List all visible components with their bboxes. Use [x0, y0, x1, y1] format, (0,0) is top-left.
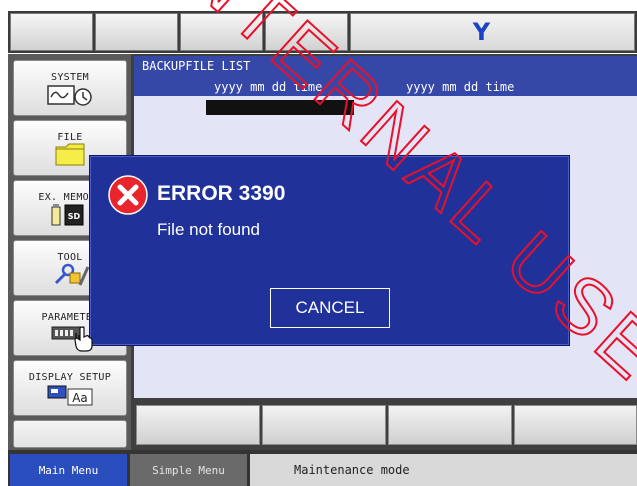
function-key-2[interactable] [262, 405, 386, 445]
svg-text:Aa: Aa [72, 391, 88, 405]
svg-text:SD: SD [68, 212, 81, 221]
simple-menu-button[interactable]: Simple Menu [130, 454, 247, 486]
error-title: ERROR 3390 [157, 182, 286, 205]
column-header-date-2: yyyy mm dd time [406, 80, 515, 94]
function-key-3[interactable] [388, 405, 512, 445]
main-menu-button[interactable]: Main Menu [10, 454, 127, 486]
error-dialog: ERROR 3390 File not found CANCEL [89, 155, 570, 346]
menu-display-setup-label: DISPLAY SETUP [28, 372, 112, 383]
function-key-1[interactable] [136, 405, 260, 445]
cancel-button[interactable]: CANCEL [270, 288, 390, 328]
top-tab-1[interactable] [10, 13, 93, 51]
column-header-date-1: yyyy mm dd time [214, 80, 323, 94]
list-title: BACKUPFILE LIST [142, 59, 251, 73]
menu-system-button[interactable]: SYSTEM [13, 60, 127, 116]
menu-empty-button[interactable] [13, 420, 127, 448]
sd-card-icon: SD [51, 204, 84, 226]
top-title-tab: Y [350, 13, 635, 51]
selected-row-bar[interactable] [206, 100, 354, 115]
list-header: BACKUPFILE LIST yyyy mm dd time yyyy mm … [134, 56, 637, 96]
error-message: File not found [157, 220, 261, 239]
top-tab-bar: Y [8, 11, 637, 53]
folder-icon [55, 143, 85, 166]
status-message: Maintenance mode [250, 454, 637, 486]
error-x-icon [108, 175, 148, 215]
top-tab-3[interactable] [180, 13, 263, 51]
wrench-tools-icon [54, 263, 90, 286]
top-tab-4[interactable] [265, 13, 348, 51]
menu-display-setup-button[interactable]: DISPLAY SETUP Aa [13, 360, 127, 416]
top-tab-2[interactable] [95, 13, 178, 51]
function-key-row [134, 403, 637, 447]
system-monitor-clock-icon [47, 85, 92, 106]
bottom-status-bar: Main Menu Simple Menu Maintenance mode [8, 450, 637, 486]
menu-system-label: SYSTEM [51, 72, 89, 83]
app-title: Y [472, 18, 491, 46]
hand-pointer-icon [74, 326, 93, 352]
display-text-icon: Aa [47, 385, 93, 406]
function-key-4[interactable] [514, 405, 637, 445]
